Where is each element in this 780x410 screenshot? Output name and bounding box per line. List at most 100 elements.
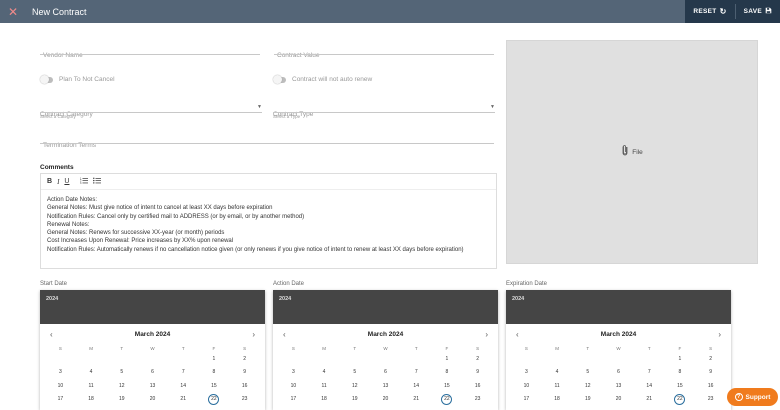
calendar-day[interactable]: 11: [309, 381, 340, 392]
calendar-day-today[interactable]: 22: [432, 394, 463, 406]
calendar-day[interactable]: 4: [542, 367, 573, 378]
calendar-day[interactable]: 6: [603, 367, 634, 378]
calendar-day[interactable]: 16: [695, 381, 726, 392]
save-button[interactable]: SAVE: [736, 0, 780, 23]
contract-value-field[interactable]: Contract Value: [274, 44, 494, 59]
calendar-day[interactable]: 13: [137, 381, 168, 392]
calendar-day[interactable]: 1: [665, 354, 696, 365]
calendar-day[interactable]: 8: [432, 367, 463, 378]
calendar-day[interactable]: 21: [168, 394, 199, 405]
calendar-day[interactable]: 9: [695, 367, 726, 378]
calendar-day[interactable]: 14: [634, 381, 665, 392]
calendar-day[interactable]: 23: [229, 394, 260, 405]
calendar-day[interactable]: 11: [76, 381, 107, 392]
calendar-day[interactable]: 18: [542, 394, 573, 405]
calendar-day[interactable]: 8: [199, 367, 230, 378]
calendar-day[interactable]: 10: [45, 381, 76, 392]
calendar-day-today[interactable]: 22: [199, 394, 230, 406]
calendar-day[interactable]: 4: [76, 367, 107, 378]
calendar-day[interactable]: 1: [432, 354, 463, 365]
vendor-name-field[interactable]: Vendor Name: [40, 44, 260, 59]
prev-month-chevron-icon[interactable]: ‹: [283, 330, 286, 339]
calendar-day[interactable]: 10: [511, 381, 542, 392]
calendar-day[interactable]: 20: [603, 394, 634, 405]
calendar-day[interactable]: 14: [168, 381, 199, 392]
underline-button[interactable]: U: [64, 178, 69, 185]
calendar-day[interactable]: 19: [106, 394, 137, 405]
calendar-day[interactable]: 23: [695, 394, 726, 405]
numbered-list-icon[interactable]: 123: [80, 177, 89, 186]
calendar-day[interactable]: 12: [572, 381, 603, 392]
close-icon[interactable]: ✕: [2, 5, 24, 19]
reset-button[interactable]: RESET ↻: [685, 0, 734, 23]
calendar-day[interactable]: 17: [278, 394, 309, 405]
calendar-day[interactable]: 20: [137, 394, 168, 405]
calendar-day[interactable]: 16: [229, 381, 260, 392]
calendar-day[interactable]: 8: [665, 367, 696, 378]
calendar-day[interactable]: 15: [199, 381, 230, 392]
calendar-day[interactable]: 15: [432, 381, 463, 392]
next-month-chevron-icon[interactable]: ›: [718, 330, 721, 339]
calendar-day[interactable]: 20: [370, 394, 401, 405]
contract-category-select[interactable]: Contract Category ▼ Select a Category: [40, 103, 262, 119]
plan-not-cancel-switch[interactable]: [40, 75, 53, 84]
file-upload-box[interactable]: File: [506, 40, 758, 264]
comments-editor[interactable]: B I U 123 Action Date Notes: General Not…: [40, 173, 497, 269]
calendar-day[interactable]: 17: [45, 394, 76, 405]
calendar-day[interactable]: 6: [370, 367, 401, 378]
calendar-day[interactable]: 16: [462, 381, 493, 392]
prev-month-chevron-icon[interactable]: ‹: [50, 330, 53, 339]
calendar-day[interactable]: 1: [199, 354, 230, 365]
italic-button[interactable]: I: [57, 178, 59, 186]
calendar-day[interactable]: 19: [339, 394, 370, 405]
calendar-day[interactable]: 23: [462, 394, 493, 405]
calendar-day[interactable]: 2: [695, 354, 726, 365]
bold-button[interactable]: B: [47, 178, 52, 185]
calendar-day[interactable]: 13: [603, 381, 634, 392]
calendar-day[interactable]: 12: [339, 381, 370, 392]
next-month-chevron-icon[interactable]: ›: [252, 330, 255, 339]
calendar-day[interactable]: 15: [665, 381, 696, 392]
calendar-day[interactable]: 17: [511, 394, 542, 405]
calendar-day[interactable]: 12: [106, 381, 137, 392]
support-button[interactable]: ? Support: [727, 388, 778, 406]
calendar-day[interactable]: 3: [45, 367, 76, 378]
calendar-day[interactable]: 5: [572, 367, 603, 378]
calendar-day[interactable]: 19: [572, 394, 603, 405]
calendar-day[interactable]: 3: [278, 367, 309, 378]
calendar-day[interactable]: 7: [401, 367, 432, 378]
calendar-year[interactable]: 2024: [506, 290, 731, 324]
calendar-day[interactable]: 6: [137, 367, 168, 378]
contract-type-select[interactable]: Contract Type ▼ Select a Type: [273, 103, 495, 119]
calendar-day[interactable]: 21: [634, 394, 665, 405]
prev-month-chevron-icon[interactable]: ‹: [516, 330, 519, 339]
plan-not-cancel-toggle[interactable]: Plan To Not Cancel: [40, 75, 115, 84]
calendar-day[interactable]: 11: [542, 381, 573, 392]
editor-content[interactable]: Action Date Notes: General Notes: Must g…: [41, 190, 496, 260]
bullet-list-icon[interactable]: [93, 177, 102, 186]
calendar-day[interactable]: 13: [370, 381, 401, 392]
calendar-day[interactable]: 10: [278, 381, 309, 392]
termination-terms-field[interactable]: Termination Terms: [40, 134, 494, 149]
calendar-day[interactable]: 18: [76, 394, 107, 405]
calendar-year[interactable]: 2024: [40, 290, 265, 324]
calendar-day[interactable]: 7: [168, 367, 199, 378]
calendar-day[interactable]: 5: [339, 367, 370, 378]
calendar-year[interactable]: 2024: [273, 290, 498, 324]
calendar-day[interactable]: 21: [401, 394, 432, 405]
no-auto-renew-switch[interactable]: [273, 75, 286, 84]
next-month-chevron-icon[interactable]: ›: [485, 330, 488, 339]
calendar-day[interactable]: 3: [511, 367, 542, 378]
calendar-day[interactable]: 9: [229, 367, 260, 378]
calendar-day-today[interactable]: 22: [665, 394, 696, 406]
calendar-day[interactable]: 5: [106, 367, 137, 378]
calendar-day[interactable]: 9: [462, 367, 493, 378]
day-number: 18: [554, 396, 560, 403]
calendar-day[interactable]: 4: [309, 367, 340, 378]
calendar-day[interactable]: 7: [634, 367, 665, 378]
calendar-day[interactable]: 18: [309, 394, 340, 405]
calendar-day[interactable]: 14: [401, 381, 432, 392]
calendar-day[interactable]: 2: [229, 354, 260, 365]
calendar-day[interactable]: 2: [462, 354, 493, 365]
no-auto-renew-toggle[interactable]: Contract will not auto renew: [273, 75, 372, 84]
